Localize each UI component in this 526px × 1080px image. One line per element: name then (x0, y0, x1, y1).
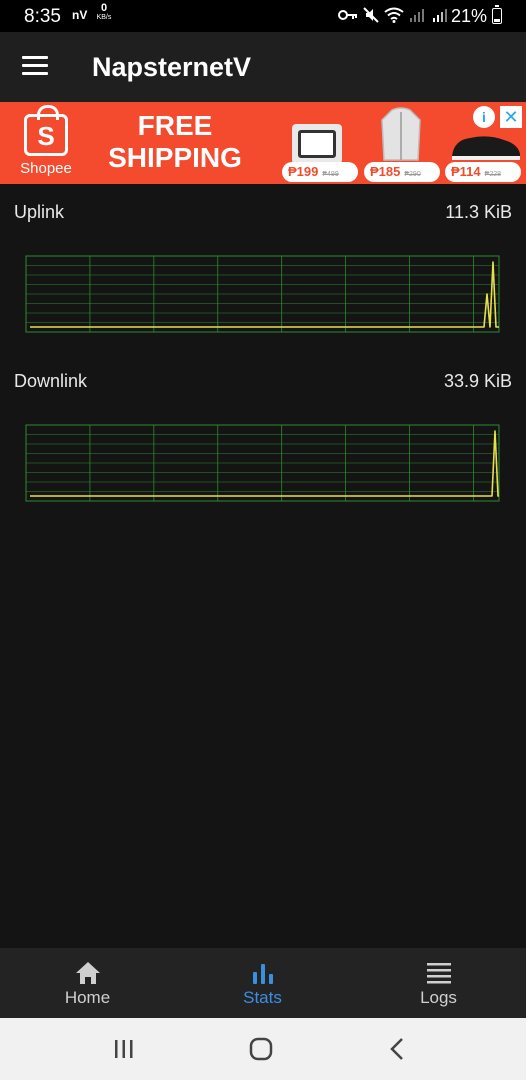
ad-old-price: ₱290 (404, 171, 421, 178)
status-time: 8:35 (24, 6, 61, 27)
ad-banner[interactable]: S Shopee FREE SHIPPING ₱199 ₱499 ₱185 ₱290… (0, 102, 526, 184)
app-bar: NapsternetV (0, 32, 526, 102)
graph-trace (30, 261, 499, 328)
status-bar: 8:35 nV 0 KB/s 21% (0, 0, 526, 32)
nav-logs[interactable]: Logs (351, 948, 526, 1018)
recent-apps-icon[interactable] (104, 1034, 144, 1064)
ad-price: ₱114 (451, 164, 481, 179)
bar-chart-icon (252, 964, 273, 984)
nav-home[interactable]: Home (0, 948, 175, 1018)
ad-price: ₱185 (370, 164, 401, 179)
ad-price-tag: ₱114 ₱228 (445, 162, 521, 182)
list-icon (426, 963, 451, 984)
ad-headline-line2: SHIPPING (108, 142, 242, 173)
status-icons (338, 7, 450, 23)
home-icon (75, 962, 100, 984)
ad-headline: FREE SHIPPING (102, 110, 248, 174)
shopping-bag-icon: S (24, 105, 68, 156)
shopee-logo: S Shopee (16, 105, 76, 180)
network-speed-value: 0 (100, 2, 108, 14)
bag-product-image (292, 124, 342, 164)
uplink-label: Uplink (14, 202, 65, 222)
ad-price: ₱199 (288, 164, 319, 179)
nav-stats-label: Stats (243, 988, 282, 1007)
menu-icon[interactable] (22, 56, 48, 78)
downlink-value: 33.9 KiB (443, 371, 512, 391)
network-speed-unit: KB/s (96, 14, 112, 21)
home-button-icon[interactable] (241, 1034, 281, 1064)
nav-logs-label: Logs (420, 988, 457, 1007)
app-title: NapsternetV (92, 52, 252, 82)
back-icon[interactable] (378, 1034, 418, 1064)
wifi-icon (384, 7, 404, 23)
shoe-product-image (452, 136, 520, 160)
battery-percent: 21% (451, 6, 488, 26)
jacket-product-image (381, 107, 421, 161)
nav-stats[interactable]: Stats (175, 948, 350, 1018)
ad-old-price: ₱499 (322, 171, 339, 178)
ad-brand: Shopee (20, 160, 72, 177)
signal-icon (410, 9, 424, 22)
downlink-graph (25, 424, 500, 502)
system-nav-bar (0, 1018, 526, 1080)
uplink-graph (25, 255, 500, 333)
ad-price-tag: ₱199 ₱499 (282, 162, 358, 182)
network-speed: 0 KB/s (93, 2, 115, 22)
battery-icon (492, 5, 502, 24)
battery-level (494, 19, 500, 22)
mute-icon (363, 7, 379, 23)
ad-price-tag: ₱185 ₱290 (364, 162, 440, 182)
vpn-key-icon (338, 10, 357, 20)
ad-old-price: ₱228 (484, 171, 502, 178)
ad-info-icon[interactable]: i (473, 106, 495, 128)
nav-home-label: Home (64, 988, 111, 1007)
bottom-nav: Home Stats Logs (0, 948, 526, 1018)
ad-close-icon[interactable]: ✕ (500, 106, 522, 128)
downlink-label: Downlink (14, 371, 88, 391)
uplink-value: 11.3 KiB (445, 202, 512, 222)
graph-trace (30, 430, 499, 497)
napsternet-status-icon: nV (72, 8, 88, 22)
ad-headline-line1: FREE (137, 110, 213, 141)
signal-icon-2 (433, 9, 447, 22)
